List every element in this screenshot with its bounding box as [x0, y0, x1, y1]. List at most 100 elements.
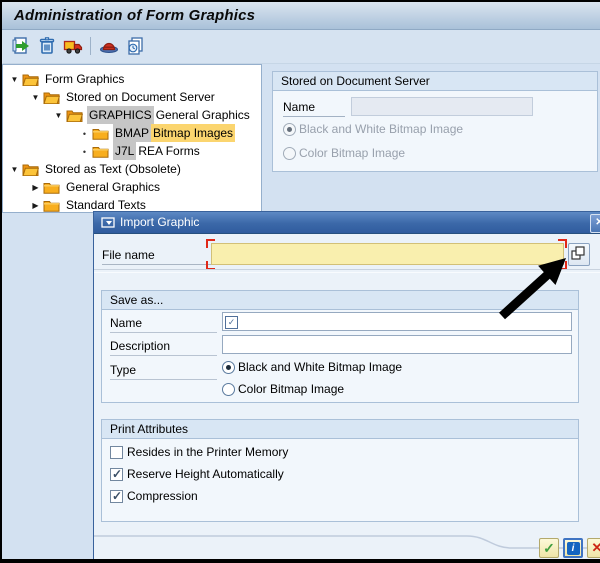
- expand-toggle-icon[interactable]: [53, 105, 64, 125]
- tree-item-label: REA Forms: [136, 142, 201, 160]
- group-title: Print Attributes: [102, 420, 578, 439]
- window-border-top: [0, 0, 600, 2]
- reserve-height-checkbox[interactable]: Reserve Height Automatically: [110, 467, 284, 481]
- expand-toggle-icon[interactable]: [30, 177, 41, 197]
- window-border-left: [0, 0, 2, 563]
- color-bitmap-radio[interactable]: Color Bitmap Image: [222, 382, 344, 396]
- color-bitmap-radio-disabled: Color Bitmap Image: [283, 146, 405, 160]
- application-toolbar: [2, 30, 600, 64]
- open-folder-icon: [22, 73, 39, 86]
- required-field-icon: ✓: [225, 316, 238, 329]
- dialog-icon: [101, 216, 116, 232]
- tree-item-j7l-rea-forms[interactable]: J7L REA Forms: [3, 142, 261, 160]
- expand-toggle-icon[interactable]: [9, 69, 20, 89]
- tree-item-label: Bitmap Images: [151, 124, 235, 142]
- file-browse-button[interactable]: [568, 243, 590, 266]
- tree-item-general-graphics[interactable]: General Graphics: [3, 178, 261, 196]
- leaf-bullet-icon: [79, 142, 90, 161]
- radio-label: Color Bitmap Image: [238, 382, 344, 396]
- save-as-group: Save as... Name ✓ Description Type Black…: [101, 290, 579, 403]
- radio-icon[interactable]: [222, 383, 235, 396]
- dialog-title-bar[interactable]: Import Graphic ✕: [94, 212, 600, 234]
- stored-on-document-server-panel: Stored on Document Server Name Black and…: [272, 71, 598, 172]
- close-icon: ✕: [592, 540, 600, 555]
- close-icon[interactable]: ✕: [590, 214, 600, 233]
- graphic-name-input[interactable]: [222, 312, 572, 331]
- check-icon: ✓: [543, 540, 555, 556]
- import-button[interactable]: [10, 35, 32, 57]
- panel-title: Stored on Document Server: [273, 72, 597, 91]
- info-icon: i: [567, 542, 580, 555]
- leaf-bullet-icon: [79, 124, 90, 143]
- bw-bitmap-radio-disabled: Black and White Bitmap Image: [283, 122, 463, 136]
- tree-item-stored-on-document-server[interactable]: Stored on Document Server: [3, 88, 261, 106]
- name-label: Name: [283, 100, 345, 117]
- graphics-tree: Form Graphics Stored on Document Server …: [2, 64, 262, 213]
- print-preview-button[interactable]: [98, 35, 120, 57]
- printer-memory-checkbox[interactable]: Resides in the Printer Memory: [110, 445, 288, 459]
- tree-item-label: Stored as Text (Obsolete): [43, 160, 183, 178]
- browse-files-icon: [569, 244, 587, 263]
- continue-button[interactable]: ✓: [539, 538, 559, 558]
- document-clock-icon: [124, 46, 146, 60]
- tree-item-key: J7L: [113, 142, 136, 160]
- checkbox-icon[interactable]: [110, 446, 123, 459]
- focus-bracket: [558, 239, 567, 248]
- tree-item-label: General Graphics: [64, 178, 162, 196]
- window-border-bottom: [0, 559, 600, 563]
- dialog-title: Import Graphic: [120, 215, 199, 229]
- checkbox-label: Compression: [127, 489, 198, 503]
- bw-bitmap-radio[interactable]: Black and White Bitmap Image: [222, 360, 402, 374]
- radio-icon: [283, 123, 296, 136]
- name-field-disabled: [351, 97, 533, 116]
- description-label: Description: [110, 339, 217, 356]
- cancel-button[interactable]: ✕: [587, 538, 600, 558]
- open-folder-icon: [66, 109, 83, 122]
- information-button[interactable]: i: [563, 538, 583, 558]
- checkbox-label: Reserve Height Automatically: [127, 467, 284, 481]
- checkbox-icon[interactable]: [110, 490, 123, 503]
- tree-item-bmap-bitmap-images[interactable]: BMAP Bitmap Images: [3, 124, 261, 142]
- separator-line: [94, 269, 600, 273]
- open-folder-icon: [43, 91, 60, 104]
- description-input[interactable]: [222, 335, 572, 354]
- radio-label: Color Bitmap Image: [299, 146, 405, 160]
- checkbox-icon[interactable]: [110, 468, 123, 481]
- compression-checkbox[interactable]: Compression: [110, 489, 198, 503]
- delete-button[interactable]: [36, 35, 58, 57]
- expand-toggle-icon[interactable]: [9, 159, 20, 179]
- type-label: Type: [110, 363, 217, 380]
- print-attributes-group: Print Attributes Resides in the Printer …: [101, 419, 579, 522]
- toolbar-separator: [90, 37, 91, 55]
- transport-button[interactable]: [62, 35, 84, 57]
- tree-item-key: BMAP: [113, 124, 151, 142]
- tree-item-graphics-general[interactable]: GRAPHICS General Graphics: [3, 106, 261, 124]
- radio-label: Black and White Bitmap Image: [299, 122, 463, 136]
- group-title: Save as...: [102, 291, 578, 310]
- radio-label: Black and White Bitmap Image: [238, 360, 402, 374]
- trash-icon: [36, 46, 58, 60]
- footer-separator: [94, 530, 600, 560]
- checkbox-label: Resides in the Printer Memory: [127, 445, 288, 459]
- file-name-label: File name: [102, 248, 211, 265]
- information-button[interactable]: [124, 35, 146, 57]
- tree-item-form-graphics[interactable]: Form Graphics: [3, 70, 261, 88]
- radio-icon[interactable]: [222, 361, 235, 374]
- radio-icon: [283, 147, 296, 160]
- expand-toggle-icon[interactable]: [30, 195, 41, 215]
- folder-icon: [92, 127, 109, 140]
- truck-icon: [62, 46, 84, 60]
- folder-icon: [92, 145, 109, 158]
- tree-item-key: GRAPHICS: [87, 106, 154, 124]
- focus-bracket: [206, 239, 215, 248]
- title-bar: Administration of Form Graphics: [2, 2, 600, 30]
- import-graphic-dialog: Import Graphic ✕ File name Save as... Na…: [93, 211, 600, 560]
- sap-window: Administration of Form Graphics: [0, 0, 600, 563]
- tree-item-label: Stored on Document Server: [64, 88, 217, 106]
- open-folder-icon: [22, 163, 39, 176]
- name-label: Name: [110, 316, 217, 333]
- file-name-input[interactable]: [211, 243, 564, 265]
- tree-item-stored-as-text[interactable]: Stored as Text (Obsolete): [3, 160, 261, 178]
- expand-toggle-icon[interactable]: [30, 87, 41, 107]
- document-import-icon: [10, 46, 32, 60]
